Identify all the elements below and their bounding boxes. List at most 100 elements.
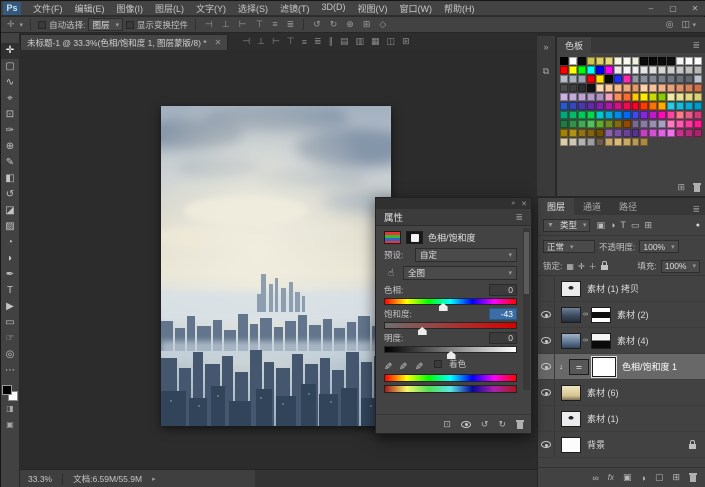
align-icon[interactable]: ⊥ (220, 19, 232, 30)
layer-effects-icon[interactable]: fx (608, 473, 614, 482)
color-swatch[interactable] (605, 66, 613, 74)
color-swatch[interactable] (640, 111, 648, 119)
color-swatch[interactable] (640, 138, 648, 146)
color-swatch[interactable] (569, 102, 577, 110)
align-icon[interactable]: ≣ (285, 19, 297, 30)
visibility-eye-icon[interactable] (541, 441, 551, 448)
menu-item[interactable]: 选择(S) (232, 2, 274, 15)
properties-scrollbar[interactable] (523, 228, 530, 390)
eyedropper-tool[interactable]: ✑ (1, 123, 20, 139)
color-swatch[interactable] (676, 129, 684, 137)
color-swatch[interactable] (614, 111, 622, 119)
color-swatch[interactable] (676, 84, 684, 92)
align-icon[interactable]: ⊤ (254, 19, 266, 30)
color-swatch[interactable] (587, 57, 595, 65)
color-swatch[interactable] (569, 75, 577, 83)
color-swatch[interactable] (632, 84, 640, 92)
color-swatch[interactable] (578, 84, 586, 92)
menu-item[interactable]: 编辑(E) (69, 2, 111, 15)
color-swatch[interactable] (694, 120, 702, 128)
color-swatch[interactable] (640, 66, 648, 74)
mode-icon[interactable]: ⊕ (344, 19, 356, 30)
show-transform-checkbox[interactable] (126, 21, 134, 29)
color-swatch[interactable] (632, 93, 640, 101)
color-swatch[interactable] (569, 120, 577, 128)
menu-item[interactable]: 文字(Y) (190, 2, 232, 15)
color-swatch[interactable] (623, 84, 631, 92)
color-swatch[interactable] (667, 75, 675, 83)
panel-close-icon[interactable]: ✕ (521, 200, 527, 208)
color-swatch[interactable] (596, 138, 604, 146)
pen-tool[interactable]: ✒ (1, 267, 20, 283)
color-swatch[interactable] (605, 75, 613, 83)
workspace-icon[interactable]: ◫ ▾ (681, 19, 696, 30)
document-tab[interactable]: 未标题-1 @ 33.3%(色相/饱和度 1, 图层蒙版/8) * ✕ (20, 34, 228, 50)
color-swatch[interactable] (676, 66, 684, 74)
more-tools[interactable]: ⋯ (1, 363, 20, 379)
delete-swatch-icon[interactable] (693, 183, 701, 192)
maximize-button[interactable]: ▢ (662, 2, 684, 15)
color-swatch[interactable] (632, 102, 640, 110)
color-swatch[interactable] (632, 57, 640, 65)
color-swatch[interactable] (640, 129, 648, 137)
color-swatch[interactable] (694, 129, 702, 137)
visibility-eye-icon[interactable] (541, 337, 551, 344)
color-swatch[interactable] (596, 75, 604, 83)
color-swatch[interactable] (596, 111, 604, 119)
layers-tabs-menu-icon[interactable]: ≣ (687, 204, 705, 215)
color-swatch[interactable] (649, 75, 657, 83)
layer-mask-thumbnail[interactable] (591, 307, 611, 323)
align-icon[interactable]: ≣ (314, 36, 322, 47)
layer-thumbnail[interactable]: ⚌ (569, 359, 589, 375)
layer-thumbnail[interactable] (561, 281, 581, 297)
color-swatch[interactable] (587, 75, 595, 83)
color-swatch[interactable] (614, 84, 622, 92)
align-icon[interactable]: ⊤ (287, 36, 295, 47)
filter-type-dropdown[interactable]: ▼类型▾ (543, 219, 590, 232)
color-swatch[interactable] (578, 57, 586, 65)
menu-item[interactable]: 图层(L) (149, 2, 190, 15)
layer-row[interactable]: 素材 (6) (538, 380, 705, 406)
color-swatch[interactable] (578, 66, 586, 74)
color-swatch[interactable] (694, 93, 702, 101)
color-swatch[interactable] (632, 75, 640, 83)
color-swatch[interactable] (649, 102, 657, 110)
color-swatch[interactable] (560, 66, 568, 74)
color-swatch[interactable] (569, 66, 577, 74)
align-icon[interactable]: ⊣ (242, 36, 250, 47)
color-swatch[interactable] (694, 66, 702, 74)
color-swatch[interactable] (640, 93, 648, 101)
color-swatch[interactable] (685, 129, 693, 137)
menu-item[interactable]: 3D(D) (316, 2, 352, 15)
color-swatch[interactable] (658, 102, 666, 110)
visibility-eye-icon[interactable] (541, 311, 551, 318)
layer-row[interactable]: ∞素材 (2) (538, 302, 705, 328)
color-swatch[interactable] (605, 102, 613, 110)
history-brush-tool[interactable]: ↺ (1, 187, 20, 203)
mask-link-icon[interactable]: ∞ (583, 311, 588, 318)
color-swatch[interactable] (614, 93, 622, 101)
lasso-tool[interactable]: ∿ (1, 75, 20, 91)
filter-toggle-icon[interactable]: ● (696, 222, 700, 229)
color-swatch[interactable] (596, 129, 604, 137)
color-swatch[interactable] (658, 57, 666, 65)
color-swatch[interactable] (560, 138, 568, 146)
color-swatch[interactable] (632, 66, 640, 74)
color-swatch[interactable] (667, 66, 675, 74)
tab-close-icon[interactable]: ✕ (215, 38, 222, 47)
color-swatch[interactable] (587, 102, 595, 110)
align-icon[interactable]: ⊥ (257, 36, 265, 47)
align-icon[interactable]: ∥ (329, 36, 334, 47)
color-swatch[interactable] (676, 93, 684, 101)
layer-mask-thumbnail[interactable] (592, 357, 616, 377)
color-swatch[interactable] (605, 138, 613, 146)
blur-tool[interactable]: ◔ (1, 235, 20, 251)
color-swatch[interactable] (685, 84, 693, 92)
align-icon[interactable]: ▥ (356, 36, 365, 47)
color-swatch[interactable] (623, 129, 631, 137)
color-swatch[interactable] (596, 93, 604, 101)
color-swatch[interactable] (623, 75, 631, 83)
marquee-tool[interactable]: ▢ (1, 59, 20, 75)
color-swatch[interactable] (640, 75, 648, 83)
menu-item[interactable]: 文件(F) (27, 2, 69, 15)
